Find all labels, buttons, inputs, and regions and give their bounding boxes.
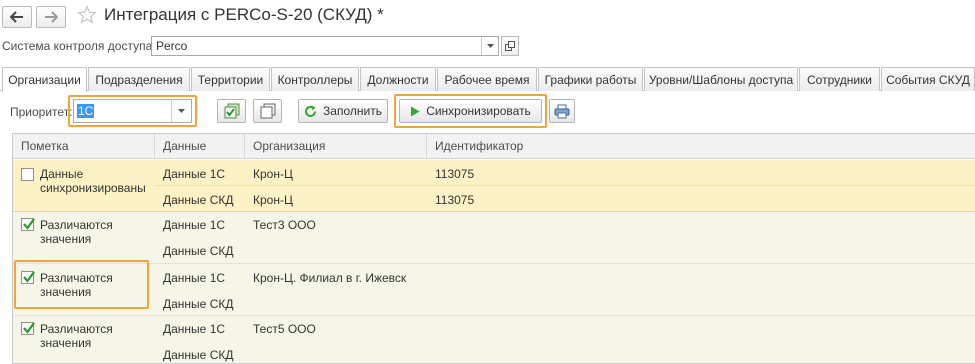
window-title: Интеграция с PERCo-S-20 (СКУД) * [104,5,384,24]
back-button[interactable] [2,6,32,28]
priority-dropdown-button[interactable] [171,100,191,122]
refresh-icon [305,105,317,117]
table-header: Пометка Данные Организация Идентификатор [13,134,975,159]
check-all-button[interactable] [217,99,246,123]
tab-departments[interactable]: Подразделения [88,67,190,91]
data-source-cell: Данные СКД [163,244,234,258]
access-system-value: Perco [156,39,188,53]
data-source-cell: Данные СКД [163,348,234,362]
mark-text-line1: Данные [40,167,84,181]
mark-text-line2: значения [40,232,92,246]
checkmark-icon [23,271,35,283]
column-header-mark[interactable]: Пометка [13,134,155,159]
mark-text-line2: значения [40,285,92,299]
tab-bar: Организации Подразделения Территории Кон… [0,67,975,92]
data-source-cell: Данные 1С [163,218,226,232]
uncheck-all-button[interactable] [253,99,282,123]
fill-button[interactable]: Заполнить [298,99,388,123]
table-row-group[interactable]: Различаются значения Данные 1С Тест5 ООО… [13,316,975,363]
column-header-data[interactable]: Данные [155,134,245,159]
column-header-identifier[interactable]: Идентификатор [427,134,975,159]
chevron-down-icon [486,44,494,48]
identifier-cell: 113075 [435,193,475,207]
mark-text-line1: Различаются [40,322,113,336]
synchronize-button-label: Синхронизировать [426,104,531,118]
access-system-field[interactable]: Perco [151,36,499,56]
row-checkbox[interactable] [21,218,35,231]
mark-text-line1: Различаются [40,271,113,285]
mark-text-line2: значения [40,336,92,350]
data-source-cell: Данные СКД [163,193,234,207]
organization-cell: Крон-Ц [253,167,293,181]
chevron-down-icon [178,109,185,113]
open-form-icon [505,41,515,51]
row-checkbox[interactable] [21,168,34,181]
identifier-cell: 113075 [435,167,475,181]
uncheck-all-icon [260,103,275,119]
tab-work-schedules[interactable]: Графики работы [538,67,643,91]
data-source-cell: Данные СКД [163,297,234,311]
checkmark-icon [23,322,35,334]
access-system-label: Система контроля доступа: [2,39,156,53]
data-source-cell: Данные 1С [163,167,226,181]
forward-button[interactable] [36,6,66,28]
access-system-open-button[interactable] [501,36,519,56]
organization-cell: Тест5 ООО [253,322,316,336]
priority-value: 1С [77,104,95,118]
checkmark-icon [23,218,35,230]
organization-cell: Тест3 ООО [253,218,316,232]
row-checkbox[interactable] [21,322,35,335]
priority-label: Приоритет: [10,105,73,119]
tab-access-levels[interactable]: Уровни/Шаблоны доступа [644,67,798,91]
organization-cell: Крон-Ц. Филиал в г. Ижевск [253,271,407,285]
priority-select[interactable]: 1С [73,99,192,123]
access-system-dropdown-button[interactable] [481,37,498,55]
favorite-star-icon[interactable] [76,4,98,28]
fill-button-label: Заполнить [323,104,382,118]
tab-access-events[interactable]: События СКУД [881,67,975,91]
tab-employees[interactable]: Сотрудники [799,67,880,91]
print-button[interactable] [549,99,575,123]
arrow-left-icon [10,11,23,23]
table-row-group[interactable]: Данные синхронизированы Данные 1С Крон-Ц… [13,160,975,211]
table-row-group[interactable]: Различаются значения Данные 1С Тест3 ООО… [13,212,975,263]
column-header-organization[interactable]: Организация [245,134,427,159]
tab-territories[interactable]: Территории [191,67,270,91]
print-icon [554,104,570,118]
tab-positions[interactable]: Должности [360,67,436,91]
tab-working-time[interactable]: Рабочее время [437,67,537,91]
mark-text-line1: Различаются [40,218,113,232]
comparison-table: Пометка Данные Организация Идентификатор… [12,133,975,364]
row-checkbox[interactable] [21,271,35,284]
data-source-cell: Данные 1С [163,271,226,285]
mark-text-line2: синхронизированы [40,181,146,195]
arrow-right-icon [45,11,58,23]
tab-controllers[interactable]: Контроллеры [271,67,359,91]
check-all-icon [224,103,239,119]
play-icon [411,106,420,116]
synchronize-button[interactable]: Синхронизировать [399,99,542,123]
organization-cell: Крон-Ц [253,193,293,207]
table-row-group[interactable]: Различаются значения Данные 1С Крон-Ц. Ф… [13,264,975,315]
data-source-cell: Данные 1С [163,322,226,336]
tab-organizations[interactable]: Организации [2,67,87,92]
